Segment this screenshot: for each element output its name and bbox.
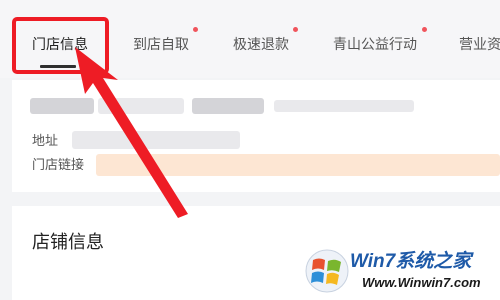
blurred-store-link[interactable] [96,154,500,176]
tab-business-license[interactable]: 营业资 [459,36,500,52]
watermark-url: Www.Winwin7.com [362,275,481,290]
watermark: Win7系统之家 Www.Winwin7.com [302,242,498,298]
blurred-store-name [192,98,264,114]
tab-store-pickup[interactable]: 到店自取 [133,36,189,52]
blurred-store-id [274,100,414,112]
tab-label: 极速退款 [233,36,289,52]
tab-label: 青山公益行动 [333,36,417,52]
store-link-label: 门店链接 [32,157,85,172]
windows-logo-icon [305,249,349,293]
blurred-store-name [30,98,94,114]
tab-green-charity[interactable]: 青山公益行动 [333,36,417,52]
tab-bar: 门店信息 到店自取 极速退款 青山公益行动 营业资 [0,0,500,78]
tab-label: 到店自取 [133,36,189,52]
tab-fast-refund[interactable]: 极速退款 [233,36,289,52]
address-label: 地址 [32,133,59,148]
notification-dot [193,27,198,32]
store-info-card: 地址 门店链接 [12,80,500,192]
tab-label: 营业资 [459,36,500,52]
blurred-store-name [98,98,184,114]
store-settings-page: 门店信息 到店自取 极速退款 青山公益行动 营业资 地址 门店链接 店铺信息 W… [0,0,500,300]
annotation-highlight-box [12,17,109,74]
watermark-title: Win7系统之家 [350,251,472,272]
notification-dot [293,27,298,32]
notification-dot [422,27,427,32]
blurred-address-value [72,131,240,149]
section-title: 店铺信息 [32,232,104,252]
